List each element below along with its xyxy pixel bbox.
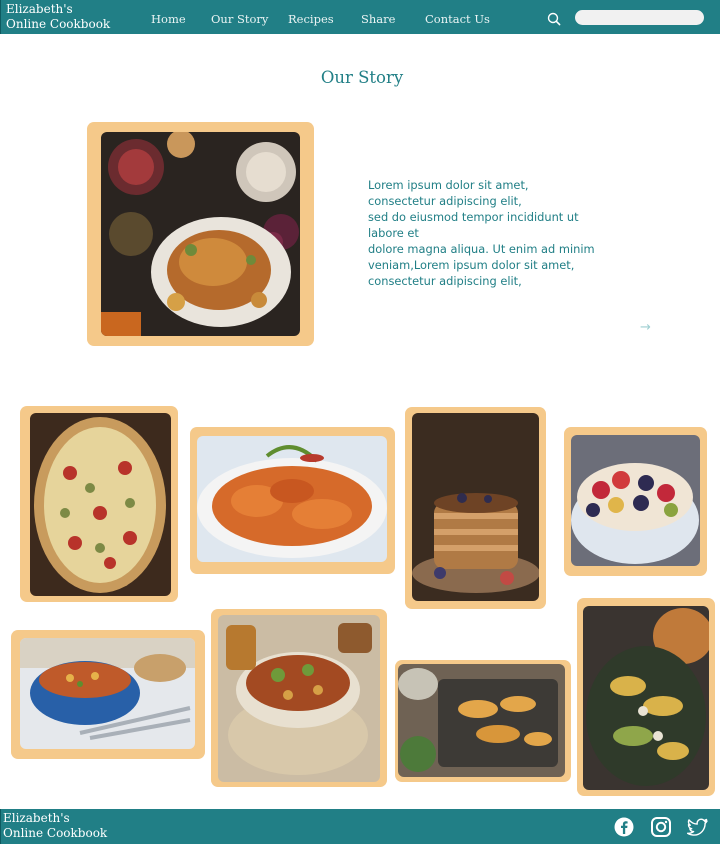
fruit-bowl-photo[interactable] [571, 435, 700, 566]
instagram-icon[interactable] [650, 816, 672, 838]
footer-brand-line-1: Elizabeth's [3, 811, 70, 825]
nav-our-story[interactable]: Our Story [211, 12, 268, 26]
stuffed-peppers-photo[interactable] [583, 606, 709, 790]
footer-bar: Elizabeth's Online Cookbook [0, 809, 720, 844]
story-text: Lorem ipsum dolor sit amet, consectetur … [368, 177, 600, 289]
site-brand[interactable]: Elizabeth's Online Cookbook [6, 2, 110, 32]
story-line-4: dolore magna aliqua. Ut enim ad minim ve… [368, 242, 595, 288]
page-title: Our Story [320, 68, 404, 87]
veggie-bowl-photo[interactable] [218, 615, 380, 782]
pancakes-photo[interactable] [412, 413, 539, 601]
penne-pasta-photo[interactable] [197, 436, 387, 562]
nav-home[interactable]: Home [151, 12, 186, 26]
footer-brand[interactable]: Elizabeth's Online Cookbook [3, 811, 107, 841]
brand-line-2: Online Cookbook [6, 17, 111, 31]
story-line-2: consectetur adipiscing elit, [368, 194, 522, 208]
footer-brand-line-2: Online Cookbook [3, 826, 108, 840]
nav-contact-us[interactable]: Contact Us [425, 12, 490, 26]
search-input[interactable] [575, 10, 704, 25]
soup-pot-photo[interactable] [20, 638, 195, 749]
facebook-icon[interactable] [613, 816, 635, 838]
quiche-photo[interactable] [30, 413, 171, 596]
next-arrow-button[interactable]: → [640, 320, 651, 335]
squash-tray-photo[interactable] [398, 664, 565, 777]
story-line-3: sed do eiusmod tempor incididunt ut labo… [368, 210, 579, 240]
nav-share[interactable]: Share [361, 12, 395, 26]
nav-recipes[interactable]: Recipes [288, 12, 334, 26]
story-line-1: Lorem ipsum dolor sit amet, [368, 178, 529, 192]
twitter-icon[interactable] [687, 816, 709, 838]
featured-roast-chicken-photo [101, 132, 300, 336]
brand-line-1: Elizabeth's [6, 2, 73, 16]
top-navigation-bar: Elizabeth's Online Cookbook Home Our Sto… [0, 0, 720, 34]
search-icon[interactable] [547, 12, 561, 26]
